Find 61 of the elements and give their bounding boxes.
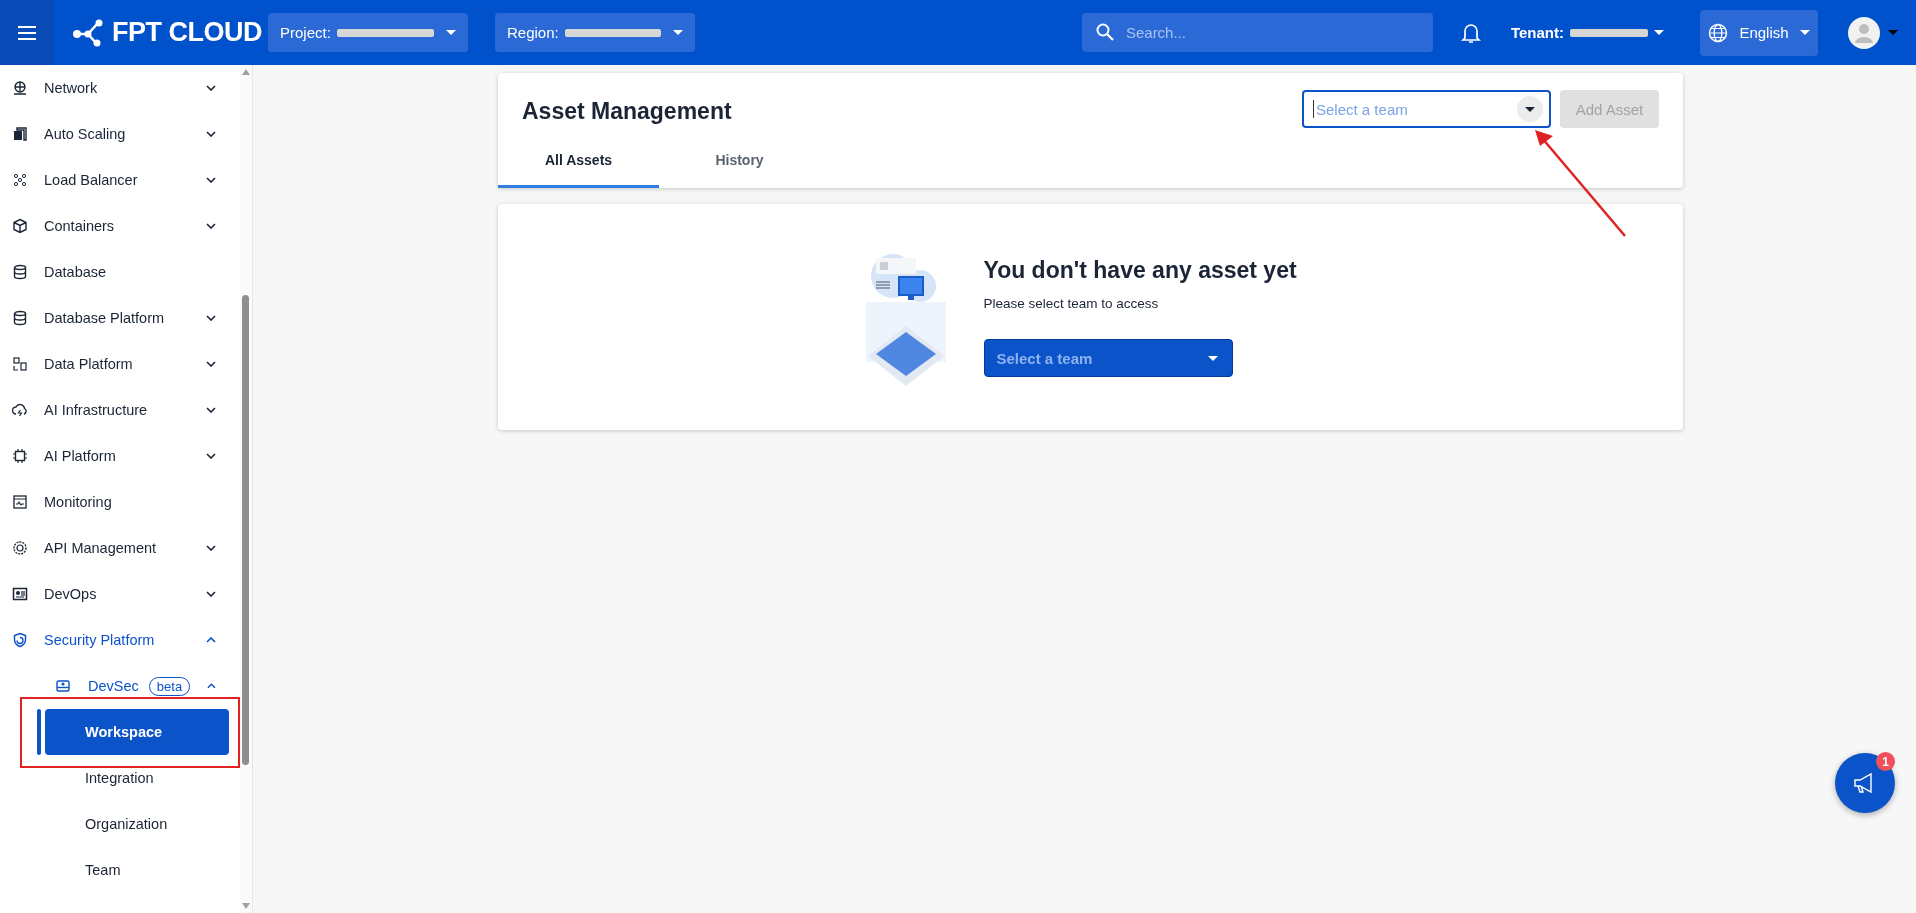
- sidebar-item[interactable]: Workspace: [45, 709, 229, 755]
- caret-icon: [1888, 30, 1898, 35]
- language-selector[interactable]: English: [1700, 9, 1818, 56]
- dropdown-caret-icon: [1525, 106, 1535, 112]
- sidebar-item[interactable]: Load Balancer: [0, 157, 240, 203]
- board-icon: [12, 586, 28, 602]
- sidebar-item[interactable]: Database: [0, 249, 240, 295]
- page-title: Asset Management: [522, 98, 732, 125]
- sidebar-item[interactable]: AI Infrastructure: [0, 387, 240, 433]
- nodes-icon: [12, 172, 28, 188]
- sidebar-item[interactable]: DevOps: [0, 571, 240, 617]
- sidebar-item[interactable]: Team: [45, 847, 229, 893]
- sidebar-item[interactable]: Network: [0, 65, 240, 111]
- empty-state-title: You don't have any asset yet: [983, 257, 1297, 284]
- sidebar-item[interactable]: API Management: [0, 525, 240, 571]
- sidebar-item[interactable]: Data Platform: [0, 341, 240, 387]
- menu-icon: [18, 25, 36, 40]
- caret-icon: [1654, 30, 1664, 35]
- search-field[interactable]: Search...: [1081, 13, 1433, 52]
- sidebar-item[interactable]: Database Platform: [0, 295, 240, 341]
- empty-state-message: Please select team to access: [983, 296, 1159, 311]
- globe-icon: [1708, 22, 1728, 43]
- caret-icon: [1800, 30, 1810, 35]
- search-icon: [1095, 23, 1114, 41]
- globe-icon: [12, 80, 28, 96]
- sidebar-item[interactable]: DevSec beta: [0, 663, 240, 709]
- caret-icon: [673, 30, 683, 35]
- sidebar-item[interactable]: Containers: [0, 203, 240, 249]
- chip-icon: [12, 448, 28, 464]
- team-select-field[interactable]: Select a team: [1302, 90, 1551, 128]
- tab[interactable]: All Assets: [498, 131, 659, 188]
- tenant-selector[interactable]: Tenant:: [1510, 13, 1664, 52]
- shield-icon: [12, 632, 28, 648]
- bell-icon[interactable]: [1460, 21, 1481, 44]
- notification-badge: 1: [1876, 752, 1895, 771]
- sidebar-item[interactable]: Integration: [45, 755, 229, 801]
- region-selector[interactable]: Region:: [495, 13, 695, 52]
- sidebar-item[interactable]: Security Platform: [0, 617, 240, 663]
- data-blocks-icon: [12, 356, 28, 372]
- cloud-icon: [12, 402, 28, 418]
- caret-icon: [446, 30, 456, 35]
- active-indicator: [37, 709, 41, 755]
- sidebar-item[interactable]: Organization: [45, 801, 229, 847]
- stacked-squares-icon: [12, 126, 28, 142]
- database-icon: [12, 310, 28, 326]
- avatar-icon: [1848, 16, 1880, 49]
- monitor-chart-icon: [12, 494, 28, 510]
- gear-icon: [12, 540, 28, 556]
- tab[interactable]: History: [659, 131, 820, 188]
- announcement-button[interactable]: [1835, 753, 1895, 813]
- menu-button[interactable]: [0, 0, 54, 65]
- drive-icon: [55, 678, 71, 694]
- project-selector[interactable]: Project:: [268, 13, 468, 52]
- caret-icon: [1207, 355, 1218, 361]
- sidebar-item[interactable]: Auto Scaling: [0, 111, 240, 157]
- database-icon: [12, 264, 28, 280]
- sidebar-item[interactable]: AI Platform: [0, 433, 240, 479]
- sidebar-item[interactable]: Monitoring: [0, 479, 240, 525]
- logo-text: FPT CLOUD: [112, 17, 262, 48]
- account-menu-button[interactable]: [1848, 16, 1898, 49]
- cube-icon: [12, 218, 28, 234]
